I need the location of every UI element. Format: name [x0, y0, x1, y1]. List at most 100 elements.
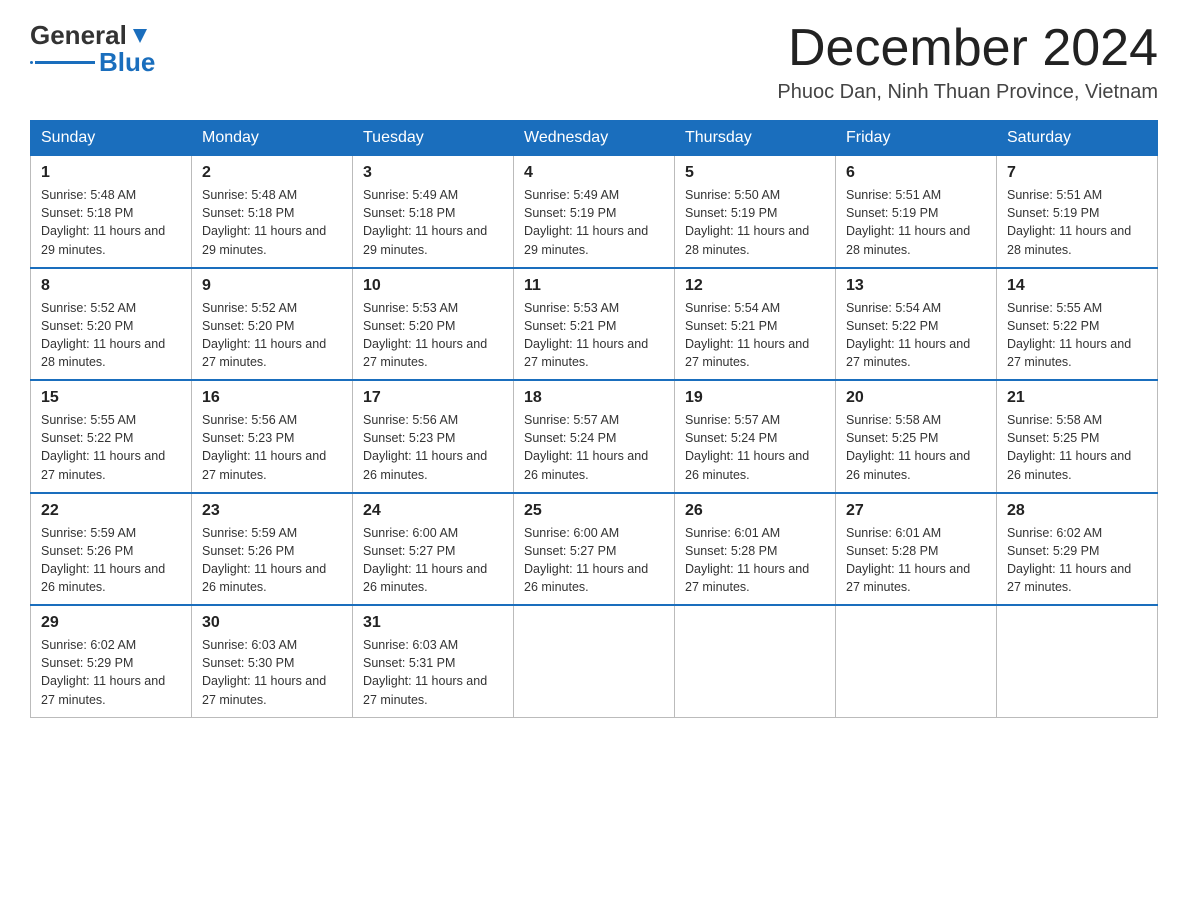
calendar-cell: 16 Sunrise: 5:56 AM Sunset: 5:23 PM Dayl…: [192, 380, 353, 493]
day-info: Sunrise: 5:58 AM Sunset: 5:25 PM Dayligh…: [846, 411, 986, 484]
day-info: Sunrise: 6:00 AM Sunset: 5:27 PM Dayligh…: [363, 524, 503, 597]
day-info: Sunrise: 5:52 AM Sunset: 5:20 PM Dayligh…: [202, 299, 342, 372]
calendar-cell: [836, 605, 997, 717]
calendar-cell: 14 Sunrise: 5:55 AM Sunset: 5:22 PM Dayl…: [997, 268, 1158, 381]
day-info: Sunrise: 5:54 AM Sunset: 5:21 PM Dayligh…: [685, 299, 825, 372]
day-info: Sunrise: 5:53 AM Sunset: 5:20 PM Dayligh…: [363, 299, 503, 372]
day-number: 26: [685, 502, 825, 520]
day-info: Sunrise: 6:01 AM Sunset: 5:28 PM Dayligh…: [685, 524, 825, 597]
day-number: 25: [524, 502, 664, 520]
calendar-cell: 19 Sunrise: 5:57 AM Sunset: 5:24 PM Dayl…: [675, 380, 836, 493]
calendar-cell: 12 Sunrise: 5:54 AM Sunset: 5:21 PM Dayl…: [675, 268, 836, 381]
day-number: 18: [524, 389, 664, 407]
day-number: 19: [685, 389, 825, 407]
calendar-cell: 29 Sunrise: 6:02 AM Sunset: 5:29 PM Dayl…: [31, 605, 192, 717]
day-info: Sunrise: 5:56 AM Sunset: 5:23 PM Dayligh…: [202, 411, 342, 484]
day-info: Sunrise: 5:57 AM Sunset: 5:24 PM Dayligh…: [685, 411, 825, 484]
calendar-cell: 11 Sunrise: 5:53 AM Sunset: 5:21 PM Dayl…: [514, 268, 675, 381]
calendar-cell: 25 Sunrise: 6:00 AM Sunset: 5:27 PM Dayl…: [514, 493, 675, 606]
col-sunday: Sunday: [31, 121, 192, 156]
calendar-cell: 27 Sunrise: 6:01 AM Sunset: 5:28 PM Dayl…: [836, 493, 997, 606]
col-friday: Friday: [836, 121, 997, 156]
day-info: Sunrise: 5:50 AM Sunset: 5:19 PM Dayligh…: [685, 186, 825, 259]
col-monday: Monday: [192, 121, 353, 156]
location-text: Phuoc Dan, Ninh Thuan Province, Vietnam: [777, 81, 1158, 104]
col-wednesday: Wednesday: [514, 121, 675, 156]
day-number: 28: [1007, 502, 1147, 520]
day-info: Sunrise: 6:02 AM Sunset: 5:29 PM Dayligh…: [1007, 524, 1147, 597]
day-number: 7: [1007, 164, 1147, 182]
day-number: 21: [1007, 389, 1147, 407]
day-info: Sunrise: 5:57 AM Sunset: 5:24 PM Dayligh…: [524, 411, 664, 484]
day-info: Sunrise: 5:53 AM Sunset: 5:21 PM Dayligh…: [524, 299, 664, 372]
day-info: Sunrise: 5:54 AM Sunset: 5:22 PM Dayligh…: [846, 299, 986, 372]
calendar-week-row: 15 Sunrise: 5:55 AM Sunset: 5:22 PM Dayl…: [31, 380, 1158, 493]
calendar-cell: 20 Sunrise: 5:58 AM Sunset: 5:25 PM Dayl…: [836, 380, 997, 493]
day-info: Sunrise: 5:48 AM Sunset: 5:18 PM Dayligh…: [202, 186, 342, 259]
day-number: 17: [363, 389, 503, 407]
calendar-cell: 5 Sunrise: 5:50 AM Sunset: 5:19 PM Dayli…: [675, 156, 836, 268]
day-number: 31: [363, 614, 503, 632]
day-number: 20: [846, 389, 986, 407]
calendar-cell: 7 Sunrise: 5:51 AM Sunset: 5:19 PM Dayli…: [997, 156, 1158, 268]
calendar-cell: 17 Sunrise: 5:56 AM Sunset: 5:23 PM Dayl…: [353, 380, 514, 493]
calendar-week-row: 29 Sunrise: 6:02 AM Sunset: 5:29 PM Dayl…: [31, 605, 1158, 717]
calendar-week-row: 8 Sunrise: 5:52 AM Sunset: 5:20 PM Dayli…: [31, 268, 1158, 381]
calendar-cell: 24 Sunrise: 6:00 AM Sunset: 5:27 PM Dayl…: [353, 493, 514, 606]
calendar-cell: 22 Sunrise: 5:59 AM Sunset: 5:26 PM Dayl…: [31, 493, 192, 606]
day-info: Sunrise: 5:51 AM Sunset: 5:19 PM Dayligh…: [1007, 186, 1147, 259]
day-info: Sunrise: 5:56 AM Sunset: 5:23 PM Dayligh…: [363, 411, 503, 484]
calendar-header-row: Sunday Monday Tuesday Wednesday Thursday…: [31, 121, 1158, 156]
day-number: 10: [363, 277, 503, 295]
calendar-cell: 31 Sunrise: 6:03 AM Sunset: 5:31 PM Dayl…: [353, 605, 514, 717]
day-number: 3: [363, 164, 503, 182]
logo-blue: Blue: [99, 47, 155, 78]
day-info: Sunrise: 5:52 AM Sunset: 5:20 PM Dayligh…: [41, 299, 181, 372]
calendar-cell: 13 Sunrise: 5:54 AM Sunset: 5:22 PM Dayl…: [836, 268, 997, 381]
calendar-cell: 4 Sunrise: 5:49 AM Sunset: 5:19 PM Dayli…: [514, 156, 675, 268]
day-info: Sunrise: 6:03 AM Sunset: 5:31 PM Dayligh…: [363, 636, 503, 709]
title-block: December 2024 Phuoc Dan, Ninh Thuan Prov…: [777, 20, 1158, 104]
day-number: 12: [685, 277, 825, 295]
day-number: 23: [202, 502, 342, 520]
calendar-cell: 10 Sunrise: 5:53 AM Sunset: 5:20 PM Dayl…: [353, 268, 514, 381]
day-info: Sunrise: 5:59 AM Sunset: 5:26 PM Dayligh…: [41, 524, 181, 597]
day-number: 15: [41, 389, 181, 407]
calendar-cell: 1 Sunrise: 5:48 AM Sunset: 5:18 PM Dayli…: [31, 156, 192, 268]
day-number: 8: [41, 277, 181, 295]
col-saturday: Saturday: [997, 121, 1158, 156]
logo-triangle-icon: [129, 25, 151, 47]
calendar-table: Sunday Monday Tuesday Wednesday Thursday…: [30, 120, 1158, 718]
day-number: 2: [202, 164, 342, 182]
day-info: Sunrise: 5:55 AM Sunset: 5:22 PM Dayligh…: [41, 411, 181, 484]
col-tuesday: Tuesday: [353, 121, 514, 156]
day-info: Sunrise: 6:01 AM Sunset: 5:28 PM Dayligh…: [846, 524, 986, 597]
calendar-cell: 2 Sunrise: 5:48 AM Sunset: 5:18 PM Dayli…: [192, 156, 353, 268]
day-info: Sunrise: 5:49 AM Sunset: 5:18 PM Dayligh…: [363, 186, 503, 259]
day-info: Sunrise: 5:58 AM Sunset: 5:25 PM Dayligh…: [1007, 411, 1147, 484]
day-info: Sunrise: 5:48 AM Sunset: 5:18 PM Dayligh…: [41, 186, 181, 259]
calendar-week-row: 22 Sunrise: 5:59 AM Sunset: 5:26 PM Dayl…: [31, 493, 1158, 606]
day-info: Sunrise: 6:03 AM Sunset: 5:30 PM Dayligh…: [202, 636, 342, 709]
day-number: 29: [41, 614, 181, 632]
calendar-cell: 28 Sunrise: 6:02 AM Sunset: 5:29 PM Dayl…: [997, 493, 1158, 606]
day-number: 4: [524, 164, 664, 182]
calendar-cell: 6 Sunrise: 5:51 AM Sunset: 5:19 PM Dayli…: [836, 156, 997, 268]
day-number: 13: [846, 277, 986, 295]
day-info: Sunrise: 6:00 AM Sunset: 5:27 PM Dayligh…: [524, 524, 664, 597]
day-number: 22: [41, 502, 181, 520]
day-number: 14: [1007, 277, 1147, 295]
day-info: Sunrise: 5:51 AM Sunset: 5:19 PM Dayligh…: [846, 186, 986, 259]
day-number: 6: [846, 164, 986, 182]
month-title: December 2024: [777, 20, 1158, 77]
logo: General Blue: [30, 20, 155, 78]
calendar-cell: 3 Sunrise: 5:49 AM Sunset: 5:18 PM Dayli…: [353, 156, 514, 268]
day-number: 16: [202, 389, 342, 407]
calendar-week-row: 1 Sunrise: 5:48 AM Sunset: 5:18 PM Dayli…: [31, 156, 1158, 268]
calendar-cell: 8 Sunrise: 5:52 AM Sunset: 5:20 PM Dayli…: [31, 268, 192, 381]
calendar-cell: [514, 605, 675, 717]
calendar-cell: 23 Sunrise: 5:59 AM Sunset: 5:26 PM Dayl…: [192, 493, 353, 606]
col-thursday: Thursday: [675, 121, 836, 156]
page-header: General Blue December 2024 Phuoc Dan, Ni…: [30, 20, 1158, 104]
calendar-cell: [675, 605, 836, 717]
